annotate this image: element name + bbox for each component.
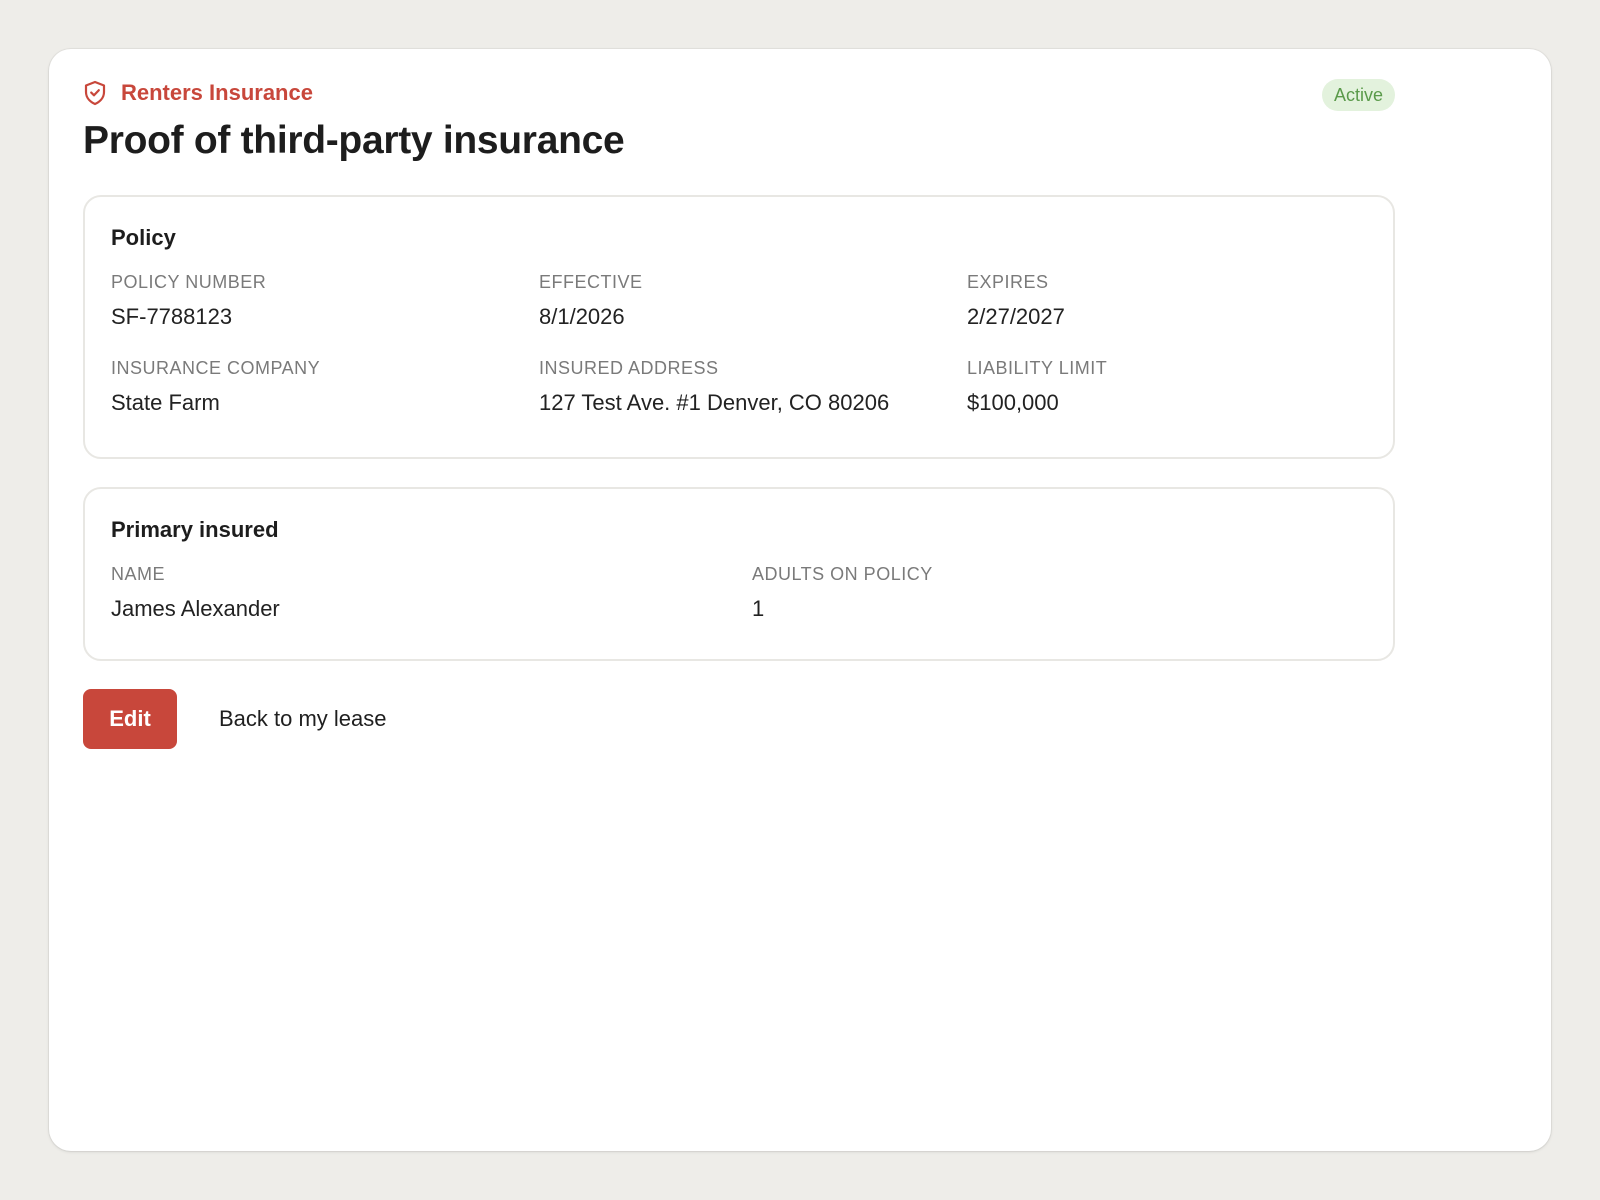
insured-fields: NAME James Alexander ADULTS ON POLICY 1 — [111, 563, 1367, 623]
primary-insured-card: Primary insured NAME James Alexander ADU… — [83, 487, 1395, 661]
field-value: 8/1/2026 — [539, 304, 625, 329]
field-liability-limit: LIABILITY LIMIT $100,000 — [967, 357, 1367, 417]
field-value: $100,000 — [967, 390, 1059, 415]
field-value: SF-7788123 — [111, 304, 233, 329]
policy-card-title: Policy — [111, 225, 176, 250]
field-value: James Alexander — [111, 596, 280, 621]
field-expires: EXPIRES 2/27/2027 — [967, 271, 1367, 331]
page-content: Renters Insurance Active Proof of third-… — [83, 73, 1395, 749]
field-adults-on-policy: ADULTS ON POLICY 1 — [752, 563, 1367, 623]
field-effective: EFFECTIVE 8/1/2026 — [539, 271, 967, 331]
field-insurance-company: INSURANCE COMPANY State Farm — [111, 357, 539, 417]
field-value: 2/27/2027 — [967, 304, 1065, 329]
field-label: POLICY NUMBER — [111, 272, 267, 292]
field-label: LIABILITY LIMIT — [967, 358, 1108, 378]
page-title: Proof of third-party insurance — [83, 119, 625, 162]
field-value: 127 Test Ave. #1 Denver, CO 80206 — [539, 390, 890, 415]
eyebrow: Renters Insurance — [83, 80, 313, 106]
primary-insured-card-title: Primary insured — [111, 517, 279, 542]
field-value: State Farm — [111, 390, 220, 415]
eyebrow-label: Renters Insurance — [121, 80, 313, 105]
field-label: EXPIRES — [967, 272, 1049, 292]
field-label: INSURANCE COMPANY — [111, 358, 321, 378]
field-label: INSURED ADDRESS — [539, 358, 719, 378]
header-row: Renters Insurance Active — [83, 73, 1395, 113]
field-insured-address: INSURED ADDRESS 127 Test Ave. #1 Denver,… — [539, 357, 967, 417]
edit-button[interactable]: Edit — [83, 689, 177, 749]
status-badge: Active — [1321, 79, 1395, 111]
policy-fields: POLICY NUMBER SF-7788123 EFFECTIVE 8/1/2… — [111, 271, 1367, 417]
field-label: EFFECTIVE — [539, 272, 643, 292]
insurance-window: Renters Insurance Active Proof of third-… — [49, 49, 1551, 1151]
field-policy-number: POLICY NUMBER SF-7788123 — [111, 271, 539, 331]
field-label: ADULTS ON POLICY — [752, 564, 933, 584]
action-bar: Edit Back to my lease — [83, 689, 1395, 749]
field-value: 1 — [752, 596, 765, 621]
shield-check-icon — [83, 80, 107, 106]
policy-card: Policy POLICY NUMBER SF-7788123 EFFECTIV… — [83, 195, 1395, 459]
field-label: NAME — [111, 564, 166, 584]
back-to-lease-link[interactable]: Back to my lease — [219, 706, 387, 732]
field-name: NAME James Alexander — [111, 563, 752, 623]
